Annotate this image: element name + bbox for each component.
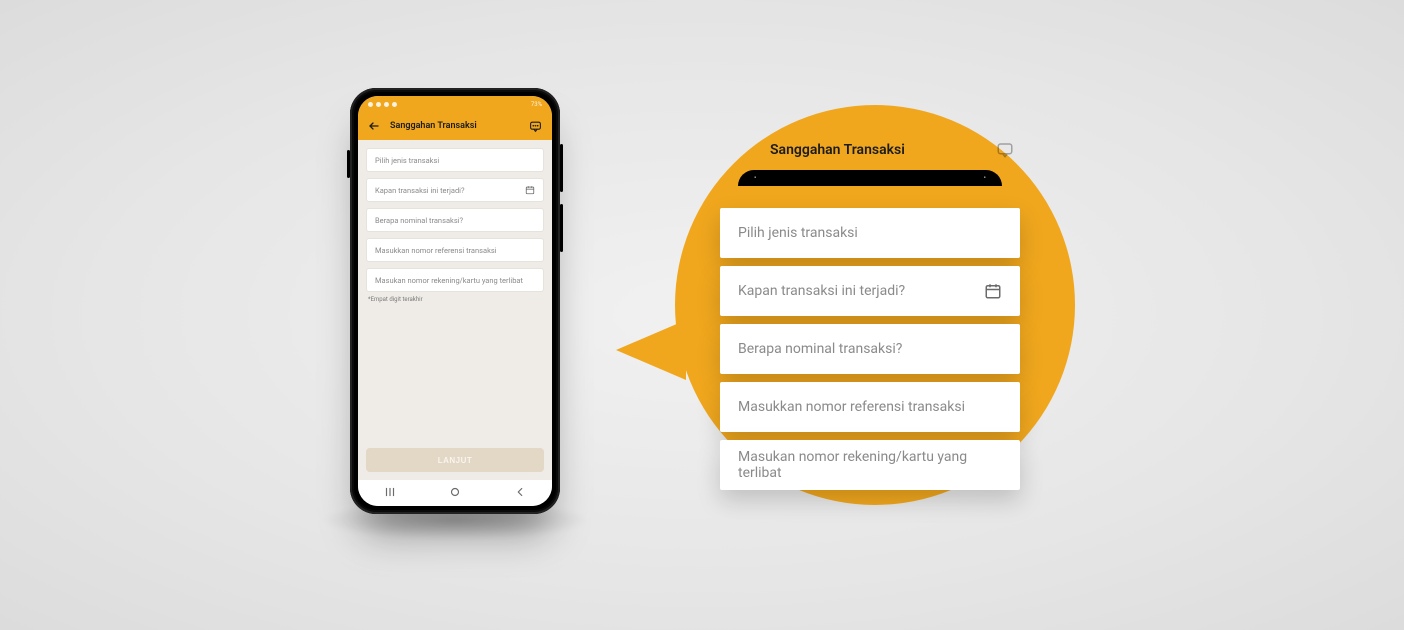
field-rekening[interactable]: Masukan nomor rekening/kartu yang terlib… — [366, 268, 544, 292]
field-nominal[interactable]: Berapa nominal transaksi? — [366, 208, 544, 232]
field-label: Masukan nomor rekening/kartu yang terlib… — [375, 276, 535, 285]
callout-fields: Pilih jenis transaksi Kapan transaksi in… — [720, 200, 1020, 490]
callout-panel: Sanggahan Transaksi • • Pilih jenis tran… — [720, 130, 1020, 490]
page-title: Sanggahan Transaksi — [390, 121, 519, 131]
nav-back-icon[interactable] — [513, 484, 527, 503]
field-tanggal[interactable]: Kapan transaksi ini terjadi? — [366, 178, 544, 202]
callout-field-tanggal[interactable]: Kapan transaksi ini terjadi? — [720, 266, 1020, 316]
field-label: Masukan nomor rekening/kartu yang terlib… — [738, 449, 1002, 481]
callout-title: Sanggahan Transaksi — [770, 142, 905, 158]
status-dot-icon — [376, 102, 381, 107]
form-area: Pilih jenis transaksi Kapan transaksi in… — [358, 140, 552, 440]
chat-icon[interactable] — [996, 141, 1014, 159]
field-jenis[interactable]: Pilih jenis transaksi — [366, 148, 544, 172]
status-dot-icon — [384, 102, 389, 107]
field-label: Pilih jenis transaksi — [375, 156, 535, 165]
calendar-icon[interactable] — [984, 282, 1002, 300]
nav-bar — [358, 480, 552, 506]
field-label: Berapa nominal transaksi? — [738, 341, 1002, 357]
callout-bubble-tail — [616, 320, 686, 380]
field-label: Kapan transaksi ini terjadi? — [375, 186, 519, 195]
battery-text: 73% — [531, 101, 542, 108]
nav-home-icon[interactable] — [448, 484, 462, 503]
calendar-icon[interactable] — [525, 185, 535, 195]
bottom-bar: LANJUT — [358, 440, 552, 481]
back-arrow-icon[interactable] — [368, 120, 380, 132]
chat-icon[interactable] — [529, 120, 542, 133]
callout-field-nominal[interactable]: Berapa nominal transaksi? — [720, 324, 1020, 374]
mini-dot-icon: • — [754, 174, 756, 182]
phone-mockup: 73% Sanggahan Transaksi Pilih jenis tran… — [350, 88, 560, 514]
status-bar: 73% — [358, 96, 552, 112]
field-label: Berapa nominal transaksi? — [375, 216, 535, 225]
status-left — [368, 102, 397, 107]
callout-accent-bar — [738, 186, 1002, 200]
callout-phone-top: • • — [738, 170, 1002, 186]
nav-recent-icon[interactable] — [383, 484, 397, 503]
lanjut-button[interactable]: LANJUT — [366, 448, 544, 472]
helper-text: *Empat digit terakhir — [366, 296, 544, 303]
callout-header: Sanggahan Transaksi — [720, 130, 1020, 170]
field-referensi[interactable]: Masukkan nomor referensi transaksi — [366, 238, 544, 262]
mini-dot-icon: • — [984, 174, 986, 182]
status-right: 73% — [531, 101, 542, 108]
field-label: Pilih jenis transaksi — [738, 225, 1002, 241]
field-label: Masukkan nomor referensi transaksi — [375, 246, 535, 255]
app-bar: Sanggahan Transaksi — [358, 112, 552, 140]
callout-field-referensi[interactable]: Masukkan nomor referensi transaksi — [720, 382, 1020, 432]
field-label: Kapan transaksi ini terjadi? — [738, 283, 984, 299]
field-label: Masukkan nomor referensi transaksi — [738, 399, 1002, 415]
status-dot-icon — [368, 102, 373, 107]
status-dot-icon — [392, 102, 397, 107]
phone-screen: 73% Sanggahan Transaksi Pilih jenis tran… — [358, 96, 552, 506]
callout-field-rekening[interactable]: Masukan nomor rekening/kartu yang terlib… — [720, 440, 1020, 490]
callout-field-jenis[interactable]: Pilih jenis transaksi — [720, 208, 1020, 258]
